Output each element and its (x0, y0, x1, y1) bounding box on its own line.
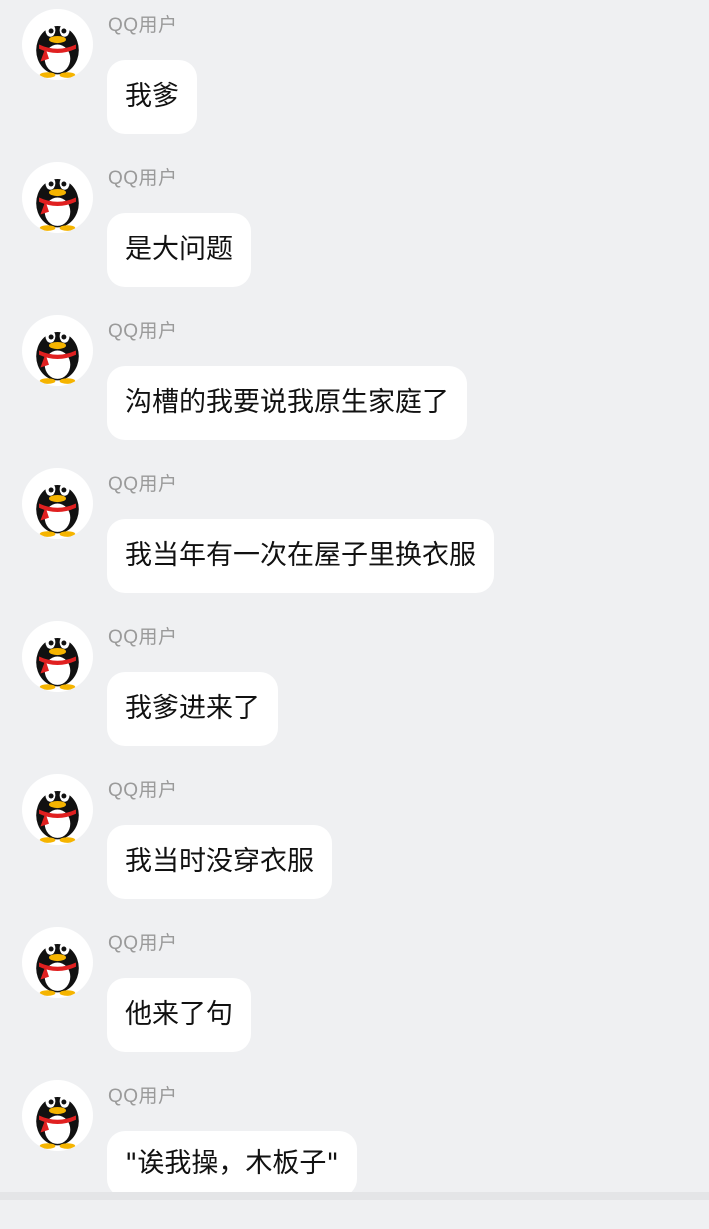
qq-penguin-icon (36, 941, 79, 996)
message-bubble[interactable]: 沟槽的我要说我原生家庭了 (107, 366, 467, 440)
qq-penguin-icon (36, 635, 79, 690)
message-bubble[interactable]: "诶我操，木板子" (107, 1131, 357, 1197)
avatar[interactable] (22, 162, 93, 233)
message-item: QQ用户 我爹 (0, 5, 709, 158)
message-item: QQ用户 是大问题 (0, 158, 709, 311)
avatar[interactable] (22, 927, 93, 998)
qq-penguin-icon (36, 23, 79, 78)
message-bubble[interactable]: 他来了句 (107, 978, 251, 1052)
message-bubble[interactable]: 我爹进来了 (107, 672, 278, 746)
avatar[interactable] (22, 621, 93, 692)
message-item: QQ用户 他来了句 (0, 923, 709, 1076)
message-bubble[interactable]: 我当时没穿衣服 (107, 825, 332, 899)
message-item: QQ用户 我当时没穿衣服 (0, 770, 709, 923)
avatar[interactable] (22, 9, 93, 80)
sender-name: QQ用户 (108, 321, 178, 342)
bottom-divider (0, 1192, 709, 1200)
message-item: QQ用户 "诶我操，木板子" (0, 1076, 709, 1229)
message-bubble[interactable]: 我爹 (107, 60, 197, 134)
sender-name: QQ用户 (108, 168, 178, 189)
avatar[interactable] (22, 315, 93, 386)
chat-message-list: QQ用户 我爹 QQ用户 是大问题 QQ用户 沟槽的我要说我原生家庭了 QQ用户… (0, 0, 709, 1200)
message-item: QQ用户 沟槽的我要说我原生家庭了 (0, 311, 709, 464)
message-item: QQ用户 我当年有一次在屋子里换衣服 (0, 464, 709, 617)
qq-penguin-icon (36, 1094, 79, 1149)
avatar[interactable] (22, 468, 93, 539)
qq-penguin-icon (36, 482, 79, 537)
sender-name: QQ用户 (108, 474, 178, 495)
qq-penguin-icon (36, 788, 79, 843)
sender-name: QQ用户 (108, 627, 178, 648)
avatar[interactable] (22, 1080, 93, 1151)
message-bubble[interactable]: 是大问题 (107, 213, 251, 287)
sender-name: QQ用户 (108, 15, 178, 36)
sender-name: QQ用户 (108, 1086, 178, 1107)
message-item: QQ用户 我爹进来了 (0, 617, 709, 770)
sender-name: QQ用户 (108, 933, 178, 954)
avatar[interactable] (22, 774, 93, 845)
sender-name: QQ用户 (108, 780, 178, 801)
message-bubble[interactable]: 我当年有一次在屋子里换衣服 (107, 519, 494, 593)
qq-penguin-icon (36, 176, 79, 231)
qq-penguin-icon (36, 329, 79, 384)
